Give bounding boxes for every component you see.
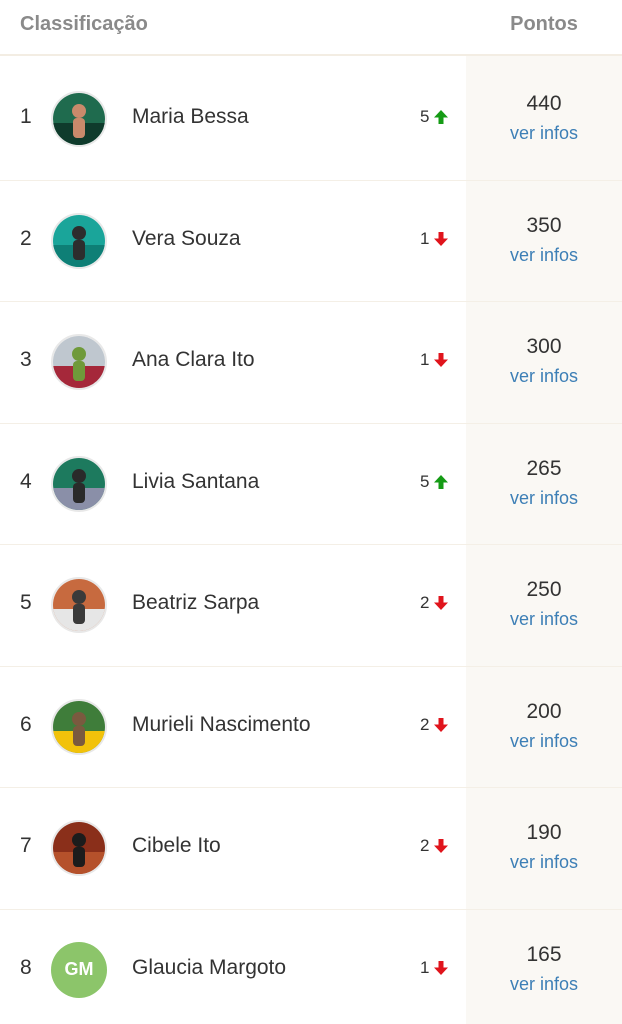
ranking-row[interactable]: 7 Cibele Ito 2 190 ver infos bbox=[0, 788, 622, 910]
avatar[interactable] bbox=[51, 212, 107, 269]
ranking-row[interactable]: 3 Ana Clara Ito 1 300 ver infos bbox=[0, 302, 622, 424]
avatar-photo bbox=[53, 336, 105, 388]
rank-number: 1 bbox=[20, 105, 32, 128]
avatar[interactable] bbox=[51, 820, 107, 876]
arrow-up-icon bbox=[433, 109, 449, 125]
position-change-value: 2 bbox=[420, 593, 430, 612]
position-change: 2 bbox=[420, 593, 449, 613]
ranking-list: 1 Maria Bessa 5 440 ver infos 2 Vera Souza 1 350… bbox=[0, 59, 622, 1024]
ver-infos-link[interactable]: ver infos bbox=[466, 366, 622, 387]
arrow-down-icon bbox=[433, 717, 449, 733]
rank-number: 4 bbox=[20, 469, 32, 493]
position-change-value: 1 bbox=[420, 957, 430, 977]
avatar-initials: GM bbox=[64, 959, 94, 979]
position-change-value: 5 bbox=[420, 107, 430, 126]
points-header: Pontos bbox=[510, 13, 578, 35]
ver-infos-link[interactable]: ver infos bbox=[466, 974, 622, 995]
position-change-value: 2 bbox=[420, 714, 430, 734]
position-change: 1 bbox=[420, 229, 449, 249]
ranking-page: Classificação Pontos 1 Maria Bessa 5 440 ver… bbox=[0, 0, 622, 1024]
rank-number: 5 bbox=[20, 591, 32, 614]
ver-infos-link[interactable]: ver infos bbox=[466, 245, 622, 266]
ver-infos-link[interactable]: ver infos bbox=[466, 731, 622, 752]
rank-number: 3 bbox=[20, 348, 32, 371]
player-name[interactable]: Beatriz Sarpa bbox=[132, 591, 259, 615]
position-change: 2 bbox=[420, 715, 449, 735]
arrow-down-icon bbox=[433, 231, 449, 247]
classification-header: Classificação bbox=[20, 13, 148, 35]
points-value: 200 bbox=[526, 699, 562, 723]
position-change-value: 1 bbox=[420, 228, 430, 248]
avatar-photo bbox=[53, 93, 105, 145]
avatar-photo bbox=[53, 579, 105, 631]
ver-infos-link[interactable]: ver infos bbox=[466, 123, 622, 144]
position-change-value: 5 bbox=[420, 471, 430, 491]
rank-number: 8 bbox=[20, 955, 32, 979]
points-value: 300 bbox=[526, 335, 562, 358]
position-change: 5 bbox=[420, 107, 449, 127]
position-change: 5 bbox=[420, 472, 449, 492]
points-value: 440 bbox=[526, 92, 562, 115]
avatar[interactable] bbox=[51, 455, 107, 512]
points-value: 165 bbox=[526, 942, 562, 966]
position-change: 1 bbox=[420, 350, 449, 370]
avatar[interactable] bbox=[51, 577, 107, 633]
ranking-row[interactable]: 8 GM Glaucia Margoto 1 165 ver infos bbox=[0, 910, 622, 1024]
avatar-photo bbox=[53, 457, 105, 510]
arrow-up-icon bbox=[433, 474, 449, 490]
player-name[interactable]: Ana Clara Ito bbox=[132, 348, 255, 372]
player-name[interactable]: Glaucia Margoto bbox=[132, 956, 286, 980]
rank-number: 7 bbox=[20, 834, 32, 857]
avatar[interactable]: GM bbox=[51, 941, 107, 998]
player-name[interactable]: Vera Souza bbox=[132, 227, 241, 251]
rank-number: 2 bbox=[20, 226, 32, 250]
points-value: 350 bbox=[526, 213, 562, 237]
points-value: 265 bbox=[526, 456, 562, 480]
position-change-value: 1 bbox=[420, 350, 430, 369]
ranking-row[interactable]: 2 Vera Souza 1 350 ver infos bbox=[0, 181, 622, 302]
player-name[interactable]: Livia Santana bbox=[132, 470, 259, 494]
arrow-down-icon bbox=[433, 960, 449, 976]
ver-infos-link[interactable]: ver infos bbox=[466, 488, 622, 509]
ver-infos-link[interactable]: ver infos bbox=[466, 852, 622, 873]
arrow-down-icon bbox=[433, 838, 449, 854]
rank-number: 6 bbox=[20, 712, 32, 736]
points-value: 190 bbox=[526, 821, 562, 844]
player-name[interactable]: Maria Bessa bbox=[132, 105, 249, 129]
player-name[interactable]: Cibele Ito bbox=[132, 834, 221, 858]
arrow-down-icon bbox=[433, 352, 449, 368]
avatar[interactable] bbox=[51, 334, 107, 390]
avatar[interactable] bbox=[51, 698, 107, 755]
points-value: 250 bbox=[526, 578, 562, 601]
avatar[interactable] bbox=[51, 91, 107, 147]
avatar-photo bbox=[53, 700, 105, 753]
ver-infos-link[interactable]: ver infos bbox=[466, 609, 622, 630]
ranking-row[interactable]: 6 Murieli Nascimento 2 200 ver infos bbox=[0, 667, 622, 788]
table-header: Classificação Pontos bbox=[0, 0, 622, 56]
player-name[interactable]: Murieli Nascimento bbox=[132, 713, 311, 737]
avatar-photo bbox=[53, 214, 105, 267]
position-change-value: 2 bbox=[420, 836, 430, 855]
position-change: 2 bbox=[420, 836, 449, 856]
arrow-down-icon bbox=[433, 595, 449, 611]
ranking-row[interactable]: 5 Beatriz Sarpa 2 250 ver infos bbox=[0, 545, 622, 667]
avatar-photo bbox=[53, 822, 105, 874]
ranking-row[interactable]: 1 Maria Bessa 5 440 ver infos bbox=[0, 59, 622, 181]
ranking-row[interactable]: 4 Livia Santana 5 265 ver infos bbox=[0, 424, 622, 545]
position-change: 1 bbox=[420, 958, 449, 978]
